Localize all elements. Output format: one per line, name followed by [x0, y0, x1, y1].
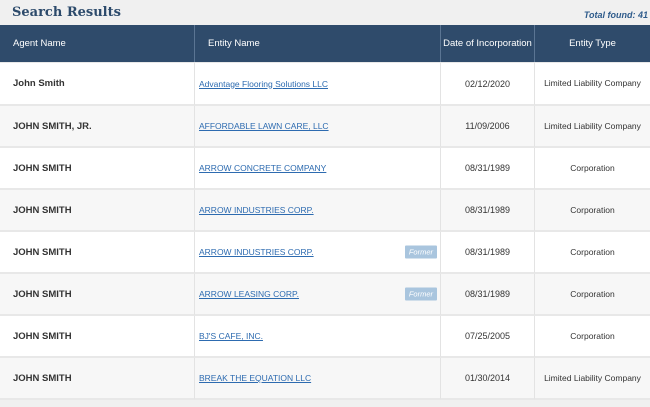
entity-type-cell: Corporation	[535, 316, 650, 358]
table-row: JOHN SMITH ARROW INDUSTRIES CORP. Former …	[0, 232, 650, 274]
page-title: Search Results	[12, 5, 121, 20]
table-row: JOHN SMITH BREAK THE EQUATION LLC 01/30/…	[0, 358, 650, 400]
agent-name-cell: JOHN SMITH	[0, 274, 195, 316]
entity-type-cell: Limited Liability Company	[535, 358, 650, 400]
former-name-badge: Former	[404, 287, 437, 301]
incorporation-date-cell: 08/31/1989	[441, 148, 535, 190]
entity-name-cell: ARROW INDUSTRIES CORP. Former	[195, 232, 441, 274]
table-row: JOHN SMITH BJ'S CAFE, INC. 07/25/2005 Co…	[0, 316, 650, 358]
entity-name-cell: BJ'S CAFE, INC.	[195, 316, 441, 358]
entity-type-cell: Corporation	[535, 148, 650, 190]
column-header-entity-name[interactable]: Entity Name	[195, 25, 441, 62]
agent-name-cell: JOHN SMITH	[0, 316, 195, 358]
incorporation-date-cell: 01/30/2014	[441, 358, 535, 400]
entity-type-cell: Corporation	[535, 190, 650, 232]
entity-name-link[interactable]: ARROW LEASING CORP.	[199, 289, 299, 299]
agent-name-cell: JOHN SMITH	[0, 232, 195, 274]
incorporation-date-cell: 08/31/1989	[441, 232, 535, 274]
entity-type-cell: Limited Liability Company	[535, 106, 650, 148]
column-header-agent-name[interactable]: Agent Name	[0, 25, 195, 62]
incorporation-date-cell: 08/31/1989	[441, 190, 535, 232]
table-header-row: Agent Name Entity Name Date of Incorpora…	[0, 25, 650, 62]
entity-name-cell: Advantage Flooring Solutions LLC	[195, 62, 441, 106]
column-header-entity-type[interactable]: Entity Type	[535, 25, 650, 62]
entity-name-cell: ARROW INDUSTRIES CORP.	[195, 190, 441, 232]
entity-name-link[interactable]: BREAK THE EQUATION LLC	[199, 373, 311, 383]
incorporation-date-cell: 02/12/2020	[441, 62, 535, 106]
entity-type-cell: Corporation	[535, 232, 650, 274]
entity-name-cell: ARROW CONCRETE COMPANY	[195, 148, 441, 190]
agent-name-cell: JOHN SMITH	[0, 358, 195, 400]
agent-name-cell: John Smith	[0, 62, 195, 106]
entity-name-link[interactable]: Advantage Flooring Solutions LLC	[199, 79, 328, 89]
agent-name-cell: JOHN SMITH, JR.	[0, 106, 195, 148]
entity-name-cell: AFFORDABLE LAWN CARE, LLC	[195, 106, 441, 148]
table-row: JOHN SMITH ARROW INDUSTRIES CORP. 08/31/…	[0, 190, 650, 232]
total-count: Total found: 41	[583, 10, 648, 20]
incorporation-date-cell: 11/09/2006	[441, 106, 535, 148]
column-header-date-of-incorporation[interactable]: Date of Incorporation	[441, 25, 535, 62]
entity-name-cell: ARROW LEASING CORP. Former	[195, 274, 441, 316]
entity-name-cell: BREAK THE EQUATION LLC	[195, 358, 441, 400]
former-name-badge: Former	[404, 245, 437, 259]
results-table: Agent Name Entity Name Date of Incorpora…	[0, 25, 650, 400]
entity-type-cell: Limited Liability Company	[535, 62, 650, 106]
results-header: Search Results Total found: 41	[0, 0, 650, 25]
table-row: JOHN SMITH ARROW CONCRETE COMPANY 08/31/…	[0, 148, 650, 190]
agent-name-cell: JOHN SMITH	[0, 190, 195, 232]
table-row: JOHN SMITH ARROW LEASING CORP. Former 08/…	[0, 274, 650, 316]
entity-type-cell: Corporation	[535, 274, 650, 316]
entity-name-link[interactable]: ARROW INDUSTRIES CORP.	[199, 205, 314, 215]
table-row: John Smith Advantage Flooring Solutions …	[0, 62, 650, 106]
table-row: JOHN SMITH, JR. AFFORDABLE LAWN CARE, LL…	[0, 106, 650, 148]
entity-name-link[interactable]: AFFORDABLE LAWN CARE, LLC	[199, 121, 329, 131]
incorporation-date-cell: 07/25/2005	[441, 316, 535, 358]
entity-name-link[interactable]: ARROW CONCRETE COMPANY	[199, 163, 326, 173]
agent-name-cell: JOHN SMITH	[0, 148, 195, 190]
entity-name-link[interactable]: ARROW INDUSTRIES CORP.	[199, 247, 314, 257]
incorporation-date-cell: 08/31/1989	[441, 274, 535, 316]
entity-name-link[interactable]: BJ'S CAFE, INC.	[199, 331, 263, 341]
